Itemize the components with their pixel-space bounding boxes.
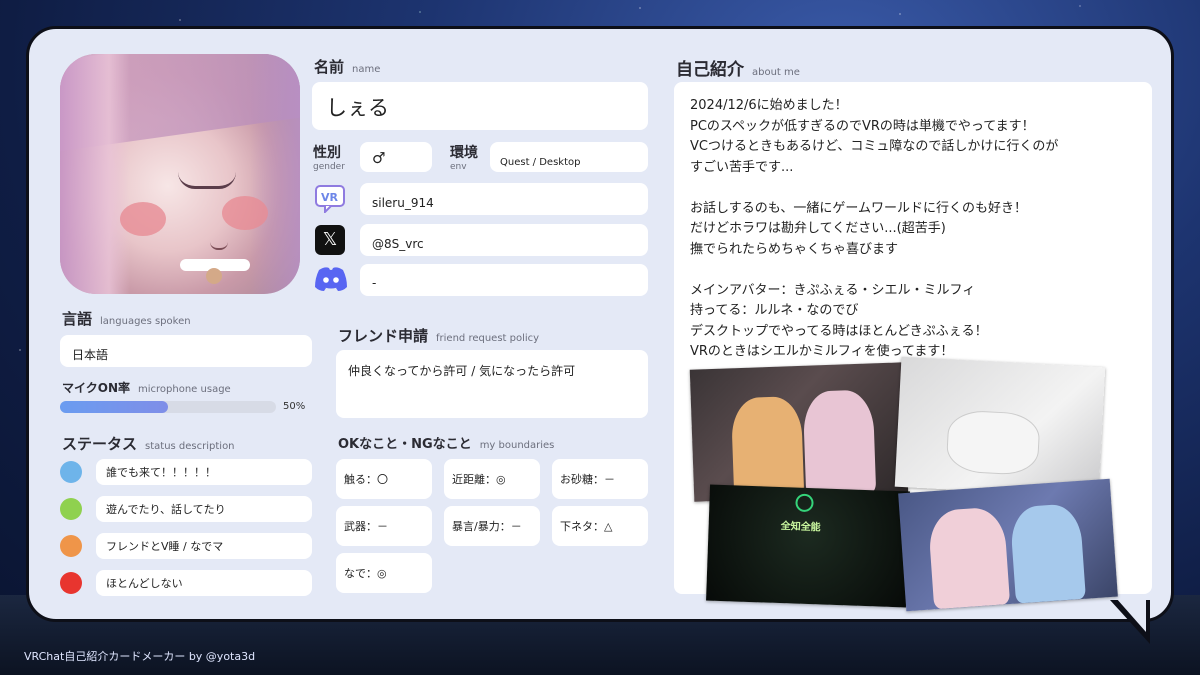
about-line: デスクトップでやってる時はほとんどきぷふぇる！ — [690, 323, 988, 339]
photo-game-world: 全知全能 — [706, 484, 910, 608]
mic-bar-fill — [60, 401, 168, 413]
about-line: メインアバター：きぷふぇる・シエル・ミルフィ — [690, 282, 976, 298]
vrchat-id-field: sileru_914 — [360, 183, 648, 215]
about-line: お話しするのも、一緒にゲームワールドに行くのも好き！ — [690, 200, 1027, 216]
boundary-item: 触る：〇 — [336, 459, 432, 499]
footer-credit: VRChat自己紹介カードメーカー by @yota3d — [24, 650, 256, 663]
status-text: フレンドとV睡 / なでマ — [96, 533, 312, 559]
boundary-item: 下ネタ：△ — [552, 506, 648, 546]
about-line: だけどホラワは勘弁してください...(超苦手) — [690, 221, 946, 236]
friend-request-label: フレンド申請 friend request policy — [338, 327, 540, 345]
boundary-item: 武器：－ — [336, 506, 432, 546]
vrchat-icon: VR — [315, 185, 345, 215]
about-line: PCのスペックが低すぎるのでVRの時は単機でやってます！ — [690, 118, 1035, 134]
status-dot — [60, 498, 82, 520]
boundary-item: 暴言/暴力：－ — [444, 506, 540, 546]
about-line: VCつけるときもあるけど、コミュ障なので話しかけに行くのが — [690, 139, 1059, 154]
about-text: 2024/12/6に始めました！ PCのスペックが低すぎるのでVRの時は単機でやっ… — [690, 96, 1136, 363]
photo-friends-selfie — [689, 362, 909, 502]
status-text: 誰でも来て！！！！！ — [96, 459, 312, 485]
about-line: 持ってる：ルルネ・なのでび — [690, 303, 859, 318]
x-icon: 𝕏 — [315, 225, 345, 255]
about-line: すごい苦手です... — [690, 159, 794, 175]
status-label: ステータス status description — [62, 435, 235, 453]
name-field: しぇる — [312, 82, 648, 130]
gender-label: 性別 gender — [313, 145, 345, 172]
boundary-item: なで：◎ — [336, 553, 432, 593]
env-field: Quest / Desktop — [490, 142, 648, 172]
mic-label: マイクON率 microphone usage — [62, 381, 231, 395]
gender-field: ♂ — [360, 142, 432, 172]
avatar-image — [60, 54, 300, 294]
svg-text:VR: VR — [321, 191, 339, 204]
x-handle-field: @8S_vrc — [360, 224, 648, 256]
status-dot — [60, 461, 82, 483]
languages-label: 言語 languages spoken — [62, 310, 191, 328]
photo-pacifier-selfie — [898, 478, 1118, 612]
status-dot — [60, 572, 82, 594]
photo-closeup — [894, 356, 1106, 498]
status-text: ほとんどしない — [96, 570, 312, 596]
friend-request-field: 仲良くなってから許可 / 気になったら許可 — [336, 350, 648, 418]
status-dot — [60, 535, 82, 557]
boundary-item: お砂糖：－ — [552, 459, 648, 499]
about-line — [690, 178, 1136, 199]
about-line: 2024/12/6に始めました！ — [690, 98, 848, 113]
env-label: 環境 env — [450, 145, 478, 172]
about-line — [690, 260, 1136, 281]
about-line: 撫でられたらめちゃくちゃ喜びます — [690, 241, 899, 257]
status-text: 遊んでたり、話してたり — [96, 496, 312, 522]
name-value: しぇる — [326, 96, 389, 120]
discord-icon — [314, 266, 348, 296]
name-label: 名前 name — [314, 58, 381, 76]
languages-field: 日本語 — [60, 335, 312, 367]
boundaries-label: OKなこと・NGなこと my boundaries — [338, 437, 555, 452]
mic-percent: 50% — [283, 401, 306, 412]
about-label: 自己紹介 about me — [676, 60, 800, 80]
mic-bar-track — [60, 401, 276, 413]
boundary-item: 近距離：◎ — [444, 459, 540, 499]
discord-field: - — [360, 264, 648, 296]
